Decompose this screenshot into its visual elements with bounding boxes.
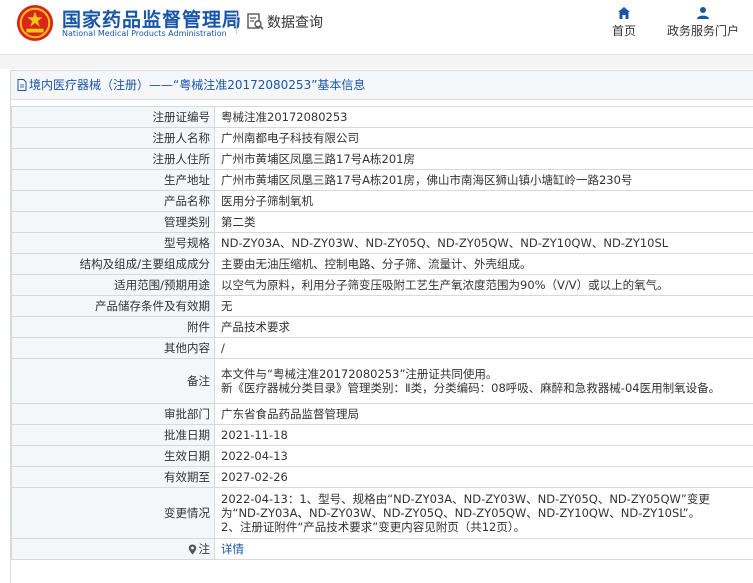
row-key: 审批部门 <box>12 404 215 425</box>
detail-panel: 境内医疗器械（注册）——“粤械注准20172080253”基本信息 注册证编号粤… <box>10 70 753 583</box>
table-row: 型号规格ND-ZY03A、ND-ZY03W、ND-ZY05Q、ND-ZY05QW… <box>12 233 753 254</box>
row-value: ND-ZY03A、ND-ZY03W、ND-ZY05Q、ND-ZY05QW、ND-… <box>215 233 753 254</box>
table-row: 结构及组成/主要组成成分主要由无油压缩机、控制电路、分子筛、流量计、外壳组成。 <box>12 254 753 275</box>
table-row: 批准日期2021-11-18 <box>12 425 753 446</box>
nav-home[interactable]: 首页 <box>600 6 648 39</box>
document-icon <box>17 79 27 91</box>
table-row: 其他内容/ <box>12 338 753 359</box>
table-row: 适用范围/预期用途以空气为原料，利用分子筛变压吸附工艺生产氧浓度范围为90%（V… <box>12 275 753 296</box>
row-key: 注册人住所 <box>12 149 215 170</box>
row-key: 备注 <box>12 359 215 404</box>
row-value: 医用分子筛制氧机 <box>215 191 753 212</box>
row-value: 第二类 <box>215 212 753 233</box>
header-band <box>0 54 753 69</box>
row-key: 附件 <box>12 317 215 338</box>
row-key: 变更情况 <box>12 488 215 539</box>
table-row: 审批部门广东省食品药品监督管理局 <box>12 404 753 425</box>
row-key: 其他内容 <box>12 338 215 359</box>
user-icon <box>696 6 710 20</box>
row-key: 注册证编号 <box>12 107 215 128</box>
row-value: 广东省食品药品监督管理局 <box>215 404 753 425</box>
row-value: 广州市黄埔区凤凰三路17号A栋201房，佛山市南海区狮山镇小塘缸岭一路230号 <box>215 170 753 191</box>
row-key: 生产地址 <box>12 170 215 191</box>
row-value: 广州南都电子科技有限公司 <box>215 128 753 149</box>
site-header: 国家药品监督管理局 National Medical Products Admi… <box>0 0 753 54</box>
table-row: 管理类别第二类 <box>12 212 753 233</box>
nav-service-portal-label: 政务服务门户 <box>660 22 746 39</box>
row-key: 型号规格 <box>12 233 215 254</box>
nav-home-label: 首页 <box>600 22 648 39</box>
table-row: 变更情况2022-04-13：1、型号、规格由“ND-ZY03A、ND-ZY03… <box>12 488 753 539</box>
table-row: 产品名称医用分子筛制氧机 <box>12 191 753 212</box>
row-value: 详情 <box>215 539 753 560</box>
note-label: 注 <box>199 542 211 556</box>
row-value: 2022-04-13：1、型号、规格由“ND-ZY03A、ND-ZY03W、ND… <box>215 488 753 539</box>
row-value: 产品技术要求 <box>215 317 753 338</box>
row-key: 产品名称 <box>12 191 215 212</box>
national-emblem-icon <box>16 4 54 42</box>
row-key: 注 <box>12 539 215 560</box>
row-value: 以空气为原料，利用分子筛变压吸附工艺生产氧浓度范围为90%（V/V）或以上的氧气… <box>215 275 753 296</box>
row-value: 2027-02-26 <box>215 467 753 488</box>
row-key: 有效期至 <box>12 467 215 488</box>
location-pin-icon <box>188 544 197 555</box>
table-row: 注册证编号粤械注准20172080253 <box>12 107 753 128</box>
panel-title-text: 境内医疗器械（注册）——“粤械注准20172080253”基本信息 <box>29 78 365 92</box>
row-key: 管理类别 <box>12 212 215 233</box>
row-value: 广州市黄埔区凤凰三路17号A栋201房 <box>215 149 753 170</box>
row-value: 2021-11-18 <box>215 425 753 446</box>
info-table: 注册证编号粤械注准20172080253 注册人名称广州南都电子科技有限公司 注… <box>11 106 753 560</box>
table-row: 注 详情 <box>12 539 753 560</box>
nav-service-portal[interactable]: 政务服务门户 <box>660 6 746 39</box>
site-name-en: National Medical Products Administration <box>62 29 227 38</box>
row-key: 注册人名称 <box>12 128 215 149</box>
panel-title: 境内医疗器械（注册）——“粤械注准20172080253”基本信息 <box>11 71 753 100</box>
data-query-icon <box>246 12 264 30</box>
table-row: 产品储存条件及有效期无 <box>12 296 753 317</box>
row-value: 2022-04-13 <box>215 446 753 467</box>
table-row: 生效日期2022-04-13 <box>12 446 753 467</box>
row-key: 适用范围/预期用途 <box>12 275 215 296</box>
table-row: 有效期至2027-02-26 <box>12 467 753 488</box>
table-row: 备注本文件与“粤械注准20172080253”注册证共同使用。 新《医疗器械分类… <box>12 359 753 404</box>
site-name[interactable]: 国家药品监督管理局 <box>62 5 242 32</box>
section-title: 数据查询 <box>267 12 323 32</box>
table-row: 生产地址广州市黄埔区凤凰三路17号A栋201房，佛山市南海区狮山镇小塘缸岭一路2… <box>12 170 753 191</box>
table-row: 附件产品技术要求 <box>12 317 753 338</box>
table-row: 注册人名称广州南都电子科技有限公司 <box>12 128 753 149</box>
row-value: 本文件与“粤械注准20172080253”注册证共同使用。 新《医疗器械分类目录… <box>215 359 753 404</box>
home-icon <box>617 6 631 20</box>
row-key: 产品储存条件及有效期 <box>12 296 215 317</box>
header-divider <box>236 12 237 34</box>
row-key: 批准日期 <box>12 425 215 446</box>
table-row: 注册人住所广州市黄埔区凤凰三路17号A栋201房 <box>12 149 753 170</box>
row-value: 无 <box>215 296 753 317</box>
row-key: 结构及组成/主要组成成分 <box>12 254 215 275</box>
row-key: 生效日期 <box>12 446 215 467</box>
row-value: 粤械注准20172080253 <box>215 107 753 128</box>
details-link[interactable]: 详情 <box>221 542 244 556</box>
row-value: 主要由无油压缩机、控制电路、分子筛、流量计、外壳组成。 <box>215 254 753 275</box>
row-value: / <box>215 338 753 359</box>
